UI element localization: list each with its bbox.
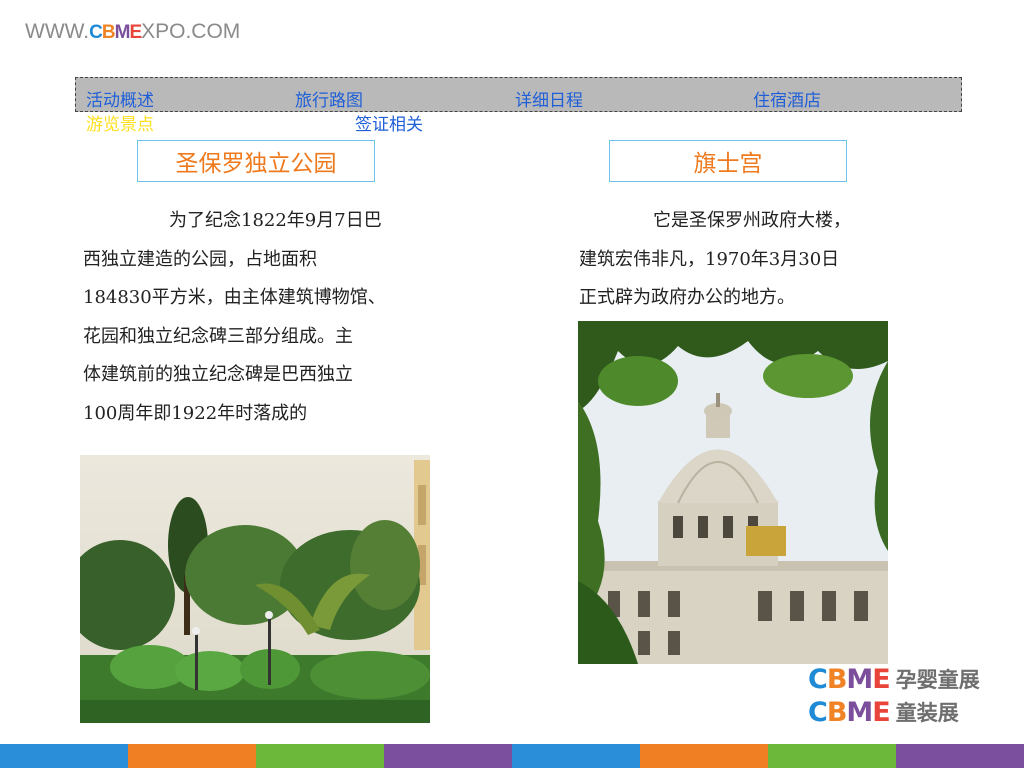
palace-line: 它是圣保罗州政府大楼， — [653, 210, 851, 231]
nav-link-sights[interactable]: 游览景点 — [86, 110, 154, 135]
palace-title: 旗士宫 — [609, 140, 847, 182]
logo-prefix: WWW. — [25, 20, 90, 43]
palace-line: 正式辟为政府办公的地方。 — [579, 287, 795, 308]
brand-mark: CBME — [808, 663, 891, 695]
brand-logo-baby-expo: CBME 孕婴童展 — [808, 663, 980, 695]
nav-link-route-map[interactable]: 旅行路图 — [295, 86, 363, 111]
palace-description: 它是圣保罗州政府大楼， 建筑宏伟非凡，1970年3月30日 正式辟为政府办公的地… — [579, 202, 899, 318]
logo-brand: CBME — [89, 22, 142, 43]
footer-segment — [256, 744, 384, 768]
park-photo — [80, 455, 430, 723]
footer-segment — [512, 744, 640, 768]
footer-segment — [0, 744, 128, 768]
park-line: 184830平方米，由主体建筑博物馆、 — [83, 287, 386, 308]
nav-link-overview[interactable]: 活动概述 — [86, 86, 154, 111]
footer-segment — [768, 744, 896, 768]
footer-segment — [384, 744, 512, 768]
logo-suffix: XPO.COM — [141, 20, 241, 43]
palace-line: 建筑宏伟非凡，1970年3月30日 — [579, 248, 840, 270]
park-line: 花园和独立纪念碑三部分组成。主 — [83, 325, 353, 347]
footer-segment — [128, 744, 256, 768]
park-title: 圣保罗独立公园 — [137, 140, 375, 182]
brand-text-baby-expo: 孕婴童展 — [895, 668, 980, 692]
park-line: 西独立建造的公园，占地面积 — [83, 248, 317, 270]
nav-link-schedule[interactable]: 详细日程 — [515, 86, 583, 111]
brand-logo-kids-fashion: CBME 童装展 — [808, 696, 959, 728]
footer-segment — [640, 744, 768, 768]
park-title-text: 圣保罗独立公园 — [175, 151, 337, 177]
park-line: 为了纪念1822年9月7日巴 — [169, 210, 382, 231]
site-url-logo[interactable]: WWW.CBMEXPO.COM — [25, 20, 240, 44]
footer-color-bar — [0, 744, 1024, 768]
palace-photo — [578, 321, 888, 664]
nav-link-visa[interactable]: 签证相关 — [355, 110, 423, 135]
nav-link-hotels[interactable]: 住宿酒店 — [753, 86, 821, 111]
palace-title-text: 旗士宫 — [693, 151, 763, 177]
nav-bar: 活动概述 旅行路图 详细日程 住宿酒店 — [75, 77, 962, 112]
park-description: 为了纪念1822年9月7日巴 西独立建造的公园，占地面积 184830平方米，由… — [83, 202, 443, 433]
brand-text-kids-fashion: 童装展 — [895, 701, 959, 725]
footer-segment — [896, 744, 1024, 768]
brand-mark: CBME — [808, 696, 891, 728]
park-line: 体建筑前的独立纪念碑是巴西独立 — [83, 364, 353, 385]
park-line: 100周年即1922年时落成的 — [83, 402, 308, 424]
